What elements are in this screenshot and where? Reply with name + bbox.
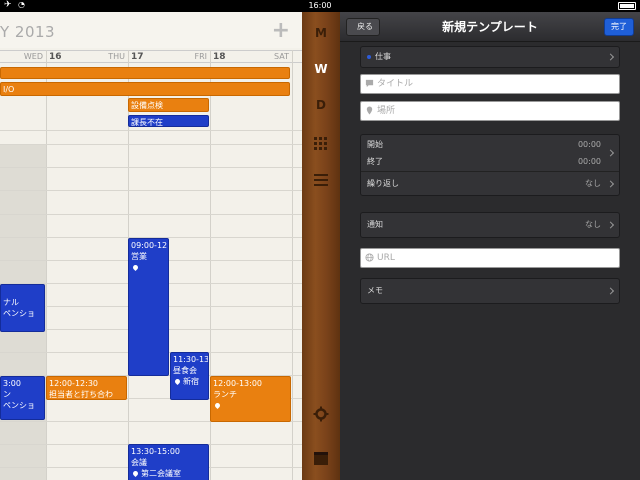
hour-line bbox=[0, 167, 302, 168]
hour-line bbox=[0, 144, 302, 145]
location-field[interactable]: 場所 bbox=[360, 101, 620, 121]
list-icon[interactable] bbox=[313, 172, 329, 188]
view-switcher-sidebar: M W D bbox=[302, 12, 340, 480]
navigation-bar: 戻る 新規テンプレート 完了 bbox=[340, 12, 640, 42]
battery-icon bbox=[618, 2, 636, 10]
location-pin-icon bbox=[131, 263, 140, 272]
done-button[interactable]: 完了 bbox=[604, 18, 634, 36]
hour-line bbox=[0, 130, 302, 131]
event-conference[interactable]: 13:30-15:00 会議 第二会議室 bbox=[128, 444, 209, 480]
event-lunch-meeting[interactable]: 11:30-13 昼食会 新宿 bbox=[170, 352, 209, 400]
panel-title: 新規テンプレート bbox=[442, 20, 538, 34]
event-allday-bar[interactable] bbox=[0, 67, 290, 79]
event-left-1[interactable]: ナル ペンショ bbox=[0, 284, 45, 332]
location-pin-icon bbox=[131, 469, 140, 478]
status-bar: ✈ ◔ 16:00 bbox=[0, 0, 640, 12]
repeat-row[interactable]: 繰り返し なし bbox=[361, 171, 619, 195]
chevron-right-icon bbox=[606, 287, 615, 295]
day-header-fri[interactable]: 17 FRI bbox=[128, 51, 210, 64]
start-end-row[interactable]: 開始 終了 00:00 00:00 bbox=[361, 135, 619, 171]
event-manager-away[interactable]: 課長不在 bbox=[128, 115, 209, 127]
calendar-icon[interactable] bbox=[313, 450, 329, 466]
week-calendar: Y 2013 + WED 16 THU 17 FRI 18 SAT I/O 設備… bbox=[0, 12, 302, 480]
memo-row[interactable]: メモ bbox=[361, 279, 619, 303]
location-pin-icon bbox=[173, 377, 182, 386]
add-event-button[interactable]: + bbox=[272, 18, 290, 43]
month-label: Y 2013 bbox=[0, 23, 56, 41]
new-template-panel: 戻る 新規テンプレート 完了 仕事 タイトル 場所 開始 終了 00:00 00… bbox=[340, 12, 640, 480]
day-header-wed[interactable]: WED bbox=[0, 51, 46, 64]
globe-icon bbox=[365, 253, 374, 262]
event-lunch[interactable]: 12:00-13:00 ランチ bbox=[210, 376, 291, 422]
day-view-button[interactable]: D bbox=[302, 98, 340, 112]
chevron-right-icon bbox=[606, 53, 615, 61]
calendar-select-group[interactable]: 仕事 bbox=[360, 46, 620, 68]
location-pin-icon bbox=[213, 401, 222, 410]
hour-line bbox=[0, 190, 302, 191]
url-field[interactable]: URL bbox=[360, 248, 620, 268]
hour-line bbox=[0, 214, 302, 215]
chevron-right-icon bbox=[606, 221, 615, 229]
settings-gear-icon[interactable] bbox=[313, 406, 329, 422]
calendar-header: Y 2013 + bbox=[0, 12, 302, 48]
chevron-right-icon bbox=[606, 179, 615, 188]
event-sales[interactable]: 09:00-12 営業 bbox=[128, 238, 169, 376]
week-view-button[interactable]: W bbox=[302, 62, 340, 76]
title-field[interactable]: タイトル bbox=[360, 74, 620, 94]
time-group: 開始 終了 00:00 00:00 繰り返し なし bbox=[360, 134, 620, 196]
event-meeting-with-contact[interactable]: 12:00-12:30 担当者と打ち合わ bbox=[46, 376, 127, 400]
day-header-thu[interactable]: 16 THU bbox=[46, 51, 128, 64]
end-value: 00:00 bbox=[577, 157, 601, 166]
speech-bubble-icon bbox=[365, 79, 374, 88]
grid-icon[interactable] bbox=[313, 136, 329, 152]
month-view-button[interactable]: M bbox=[302, 26, 340, 40]
calendar-color-dot bbox=[367, 54, 371, 59]
event-left-2[interactable]: 3:00 ン ペンショ bbox=[0, 376, 45, 420]
grid-divider bbox=[292, 50, 293, 480]
day-header-sat[interactable]: 18 SAT bbox=[210, 51, 292, 64]
alert-group: 通知 なし bbox=[360, 212, 620, 238]
event-equipment-check[interactable]: 設備点検 bbox=[128, 98, 209, 112]
grid-divider bbox=[46, 50, 47, 480]
memo-group: メモ bbox=[360, 278, 620, 304]
location-pin-icon bbox=[366, 106, 373, 115]
event-io[interactable]: I/O bbox=[0, 82, 290, 96]
start-value: 00:00 bbox=[577, 140, 601, 149]
calendar-select-row[interactable]: 仕事 bbox=[361, 47, 619, 67]
alert-row[interactable]: 通知 なし bbox=[361, 213, 619, 237]
status-time: 16:00 bbox=[308, 1, 332, 10]
